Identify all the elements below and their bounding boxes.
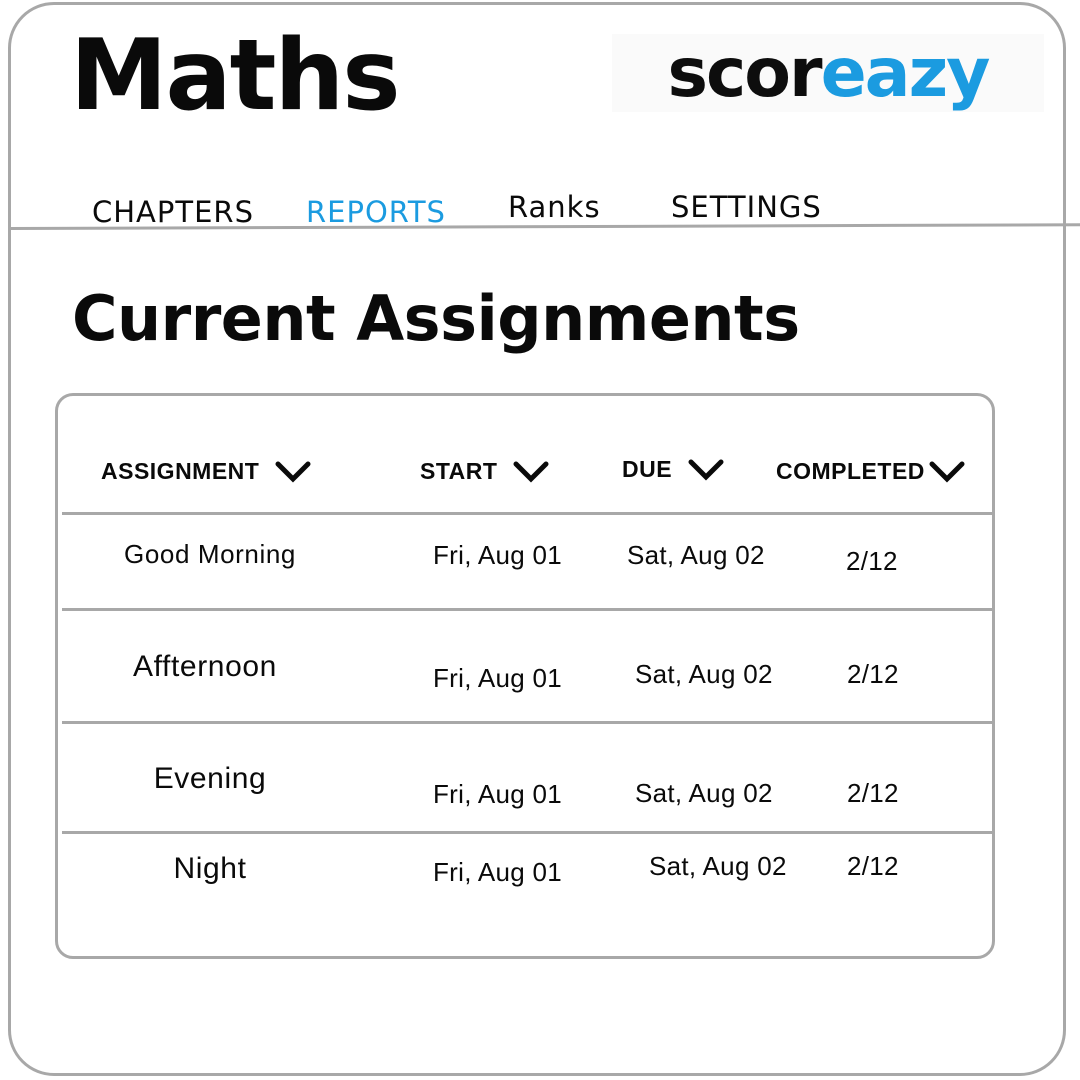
chevron-down-icon xyxy=(513,461,549,483)
chevron-down-icon xyxy=(275,461,311,483)
cell-due: Sat, Aug 02 xyxy=(649,851,787,881)
column-header-due[interactable]: DUE xyxy=(622,456,724,483)
column-header-assignment[interactable]: ASSIGNMENT xyxy=(101,458,311,485)
chevron-down-icon xyxy=(688,459,724,481)
logo-text-dark: scor xyxy=(667,33,823,113)
cell-start: Fri, Aug 01 xyxy=(433,540,563,570)
cell-assignment[interactable]: Evening xyxy=(80,762,340,796)
tab-reports[interactable]: REPORTS xyxy=(306,195,446,229)
cell-due: Sat, Aug 02 xyxy=(627,540,765,570)
cell-start: Fri, Aug 01 xyxy=(433,779,563,809)
tab-ranks[interactable]: Ranks xyxy=(508,190,601,224)
row-divider xyxy=(62,831,994,834)
row-divider xyxy=(62,721,994,724)
cell-completed: 2/12 xyxy=(847,778,899,808)
column-header-completed[interactable]: COMPLETED xyxy=(776,458,965,485)
cell-due: Sat, Aug 02 xyxy=(635,659,773,689)
chevron-down-icon xyxy=(929,461,965,483)
column-header-assignment-label: ASSIGNMENT xyxy=(101,458,260,484)
page-title: Maths xyxy=(70,19,401,133)
row-divider xyxy=(62,608,994,611)
cell-assignment[interactable]: Night xyxy=(80,852,340,886)
cell-due: Sat, Aug 02 xyxy=(635,778,773,808)
cell-completed: 2/12 xyxy=(847,659,899,689)
cell-start: Fri, Aug 01 xyxy=(433,663,563,693)
section-title: Current Assignments xyxy=(72,282,800,355)
cell-completed: 2/12 xyxy=(846,546,898,576)
cell-assignment[interactable]: Good Morning xyxy=(80,539,340,570)
cell-assignment[interactable]: Affternoon xyxy=(75,650,335,684)
logo-text-blue: eazy xyxy=(820,33,991,113)
tab-settings[interactable]: SETTINGS xyxy=(671,190,822,224)
scoreazy-logo: scor eazy xyxy=(612,33,1044,113)
column-header-start[interactable]: START xyxy=(420,458,549,485)
column-header-start-label: START xyxy=(420,458,498,484)
column-header-completed-label: COMPLETED xyxy=(776,458,925,484)
cell-completed: 2/12 xyxy=(847,851,899,881)
tab-chapters[interactable]: CHAPTERS xyxy=(92,195,254,229)
header-divider xyxy=(62,512,994,515)
column-header-due-label: DUE xyxy=(622,456,673,482)
cell-start: Fri, Aug 01 xyxy=(433,857,563,887)
